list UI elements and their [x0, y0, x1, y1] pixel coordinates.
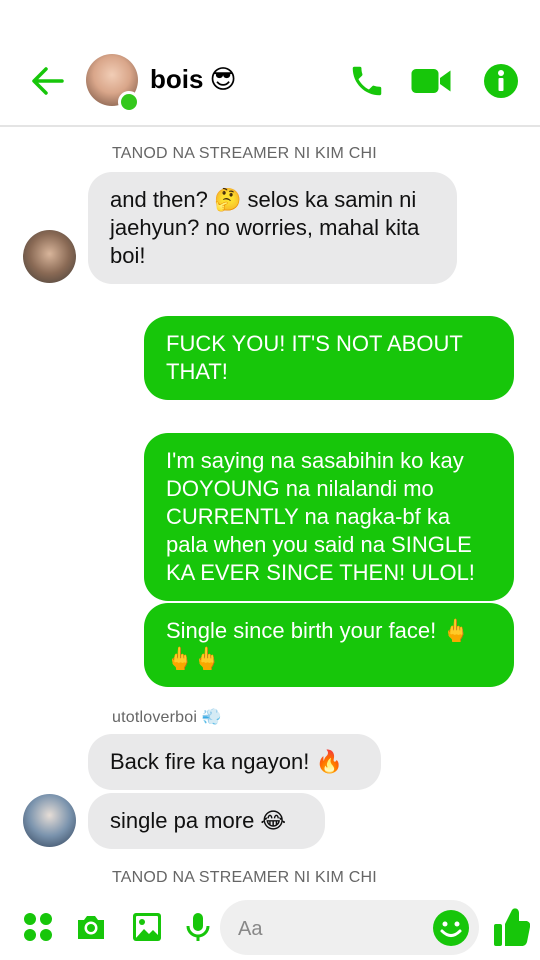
sender-name: utotloverboi 💨 — [112, 709, 222, 726]
chat-title-emoji: 😎 — [209, 64, 237, 94]
video-call-icon[interactable] — [410, 62, 452, 100]
online-status-indicator — [118, 91, 140, 113]
sender-avatar[interactable] — [23, 230, 76, 283]
outgoing-message-bubble[interactable]: FUCK YOU! IT'S NOT ABOUT THAT! — [144, 316, 514, 400]
apps-grid-icon[interactable] — [22, 911, 54, 943]
message-input[interactable] — [236, 914, 430, 944]
incoming-message-bubble[interactable]: single pa more 😂 — [88, 793, 325, 849]
sender-name: TANOD NA STREAMER NI KIM CHI — [112, 869, 377, 886]
phone-call-icon[interactable] — [348, 62, 386, 100]
microphone-icon[interactable] — [182, 911, 214, 943]
incoming-message-bubble[interactable]: Back fire ka ngayon! 🔥 — [88, 734, 381, 790]
sender-avatar[interactable] — [23, 794, 76, 847]
chat-title[interactable]: bois 😎 — [150, 64, 237, 95]
camera-icon[interactable] — [75, 911, 107, 943]
chat-header: bois 😎 — [0, 0, 540, 127]
message-input-container[interactable] — [220, 900, 479, 955]
back-arrow-icon[interactable] — [28, 62, 66, 100]
outgoing-message-bubble[interactable]: Single since birth your face! 🖕🖕🖕 — [144, 603, 514, 687]
sender-name: TANOD NA STREAMER NI KIM CHI — [112, 145, 377, 162]
chat-title-text: bois — [150, 64, 204, 94]
outgoing-message-bubble[interactable]: I'm saying na sasabihin ko kay DOYOUNG n… — [144, 433, 514, 601]
info-icon[interactable] — [482, 62, 520, 100]
emoji-icon[interactable] — [431, 908, 471, 948]
incoming-message-bubble[interactable]: and then? 🤔 selos ka samin ni jaehyun? n… — [88, 172, 457, 284]
thumbs-up-icon[interactable] — [492, 906, 530, 948]
gallery-image-icon[interactable] — [131, 911, 163, 943]
